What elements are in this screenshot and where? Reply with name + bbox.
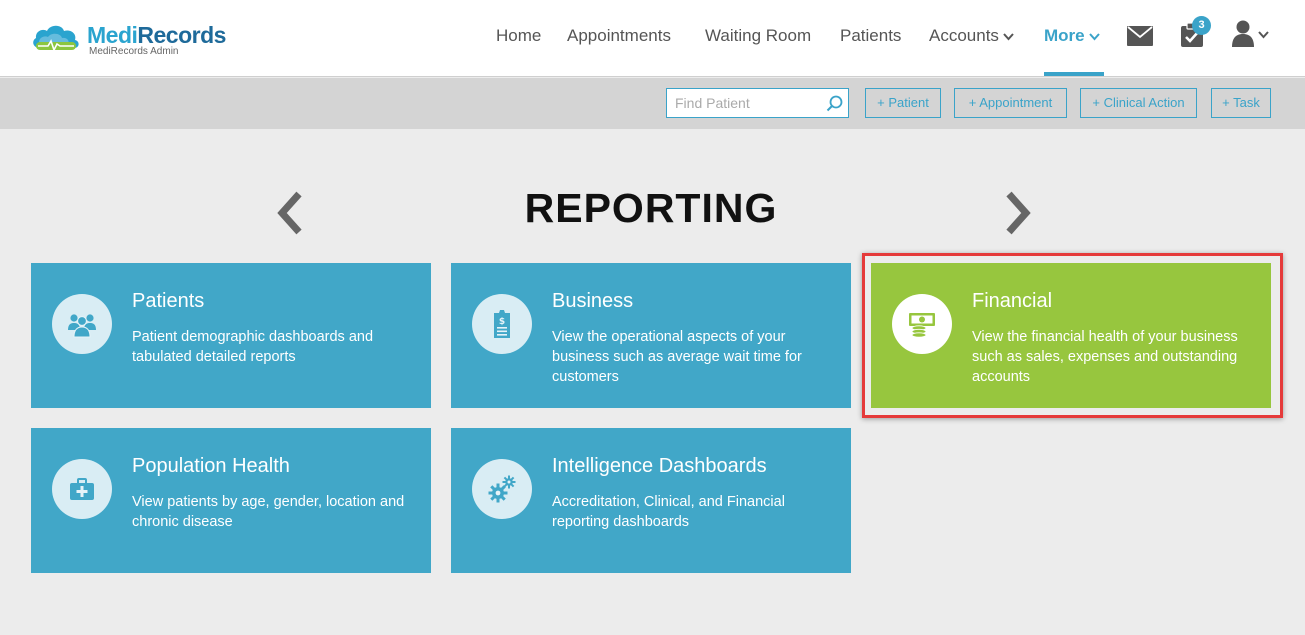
task-count-badge: 3 — [1192, 16, 1211, 35]
nav-home[interactable]: Home — [496, 26, 541, 46]
active-nav-indicator — [1044, 72, 1104, 76]
card-title: Population Health — [132, 455, 290, 477]
card-icon-circle — [52, 459, 112, 519]
svg-text:$: $ — [499, 317, 505, 327]
nav-more-label: More — [1044, 26, 1085, 45]
report-card-business[interactable]: $ Business View the operational aspects … — [451, 263, 851, 408]
logo-wordmark: MediRecords — [87, 22, 226, 48]
add-clinical-action-button[interactable]: + Clinical Action — [1080, 88, 1197, 118]
report-card-intelligence-dashboards[interactable]: Intelligence Dashboards Accreditation, C… — [451, 428, 851, 573]
top-navbar: MediRecords MediRecords Admin Home Appoi… — [0, 0, 1305, 77]
logo-cloud-icon — [33, 25, 79, 52]
card-description: Accreditation, Clinical, and Financial r… — [552, 494, 785, 530]
add-patient-button[interactable]: + Patient — [865, 88, 941, 118]
report-card-population-health[interactable]: Population Health View patients by age, … — [31, 428, 431, 573]
add-appointment-button[interactable]: + Appointment — [954, 88, 1067, 118]
next-arrow-icon[interactable] — [1003, 191, 1033, 235]
card-icon-circle — [472, 459, 532, 519]
nav-accounts[interactable]: Accounts — [929, 26, 1014, 46]
page-title: REPORTING — [524, 185, 778, 231]
users-icon — [68, 314, 96, 338]
nav-waiting-room[interactable]: Waiting Room — [705, 26, 811, 46]
report-card-patients[interactable]: Patients Patient demographic dashboards … — [31, 263, 431, 408]
gears-icon — [488, 475, 516, 503]
nav-accounts-label: Accounts — [929, 26, 999, 45]
nav-appointments[interactable]: Appointments — [567, 26, 671, 46]
nav-patients[interactable]: Patients — [840, 26, 901, 46]
logo-subtitle: MediRecords Admin — [89, 46, 179, 57]
card-title: Business — [552, 290, 634, 312]
card-title: Patients — [132, 290, 205, 312]
chevron-down-icon — [1088, 33, 1100, 41]
find-patient-input[interactable] — [667, 89, 817, 117]
medkit-icon — [70, 478, 94, 500]
receipt-icon: $ — [494, 310, 510, 338]
card-icon-circle: $ — [472, 294, 532, 354]
action-toolbar: + Patient + Appointment + Clinical Actio… — [0, 78, 1305, 129]
previous-arrow-icon[interactable] — [275, 191, 305, 235]
selection-highlight — [862, 253, 1283, 418]
search-icon[interactable] — [826, 95, 843, 112]
card-description: View patients by age, gender, location a… — [132, 494, 405, 530]
app-logo[interactable]: MediRecords MediRecords Admin — [30, 18, 240, 62]
nav-more[interactable]: More — [1044, 26, 1100, 46]
card-title: Intelligence Dashboards — [552, 455, 767, 477]
chevron-down-icon — [1003, 33, 1014, 41]
card-description: Patient demographic dashboards and tabul… — [132, 329, 374, 365]
card-description: View the operational aspects of your bus… — [552, 329, 802, 385]
card-icon-circle — [52, 294, 112, 354]
add-task-button[interactable]: + Task — [1211, 88, 1271, 118]
mail-icon[interactable] — [1127, 26, 1153, 46]
find-patient-search — [666, 88, 849, 118]
user-menu-icon[interactable] — [1232, 20, 1270, 48]
